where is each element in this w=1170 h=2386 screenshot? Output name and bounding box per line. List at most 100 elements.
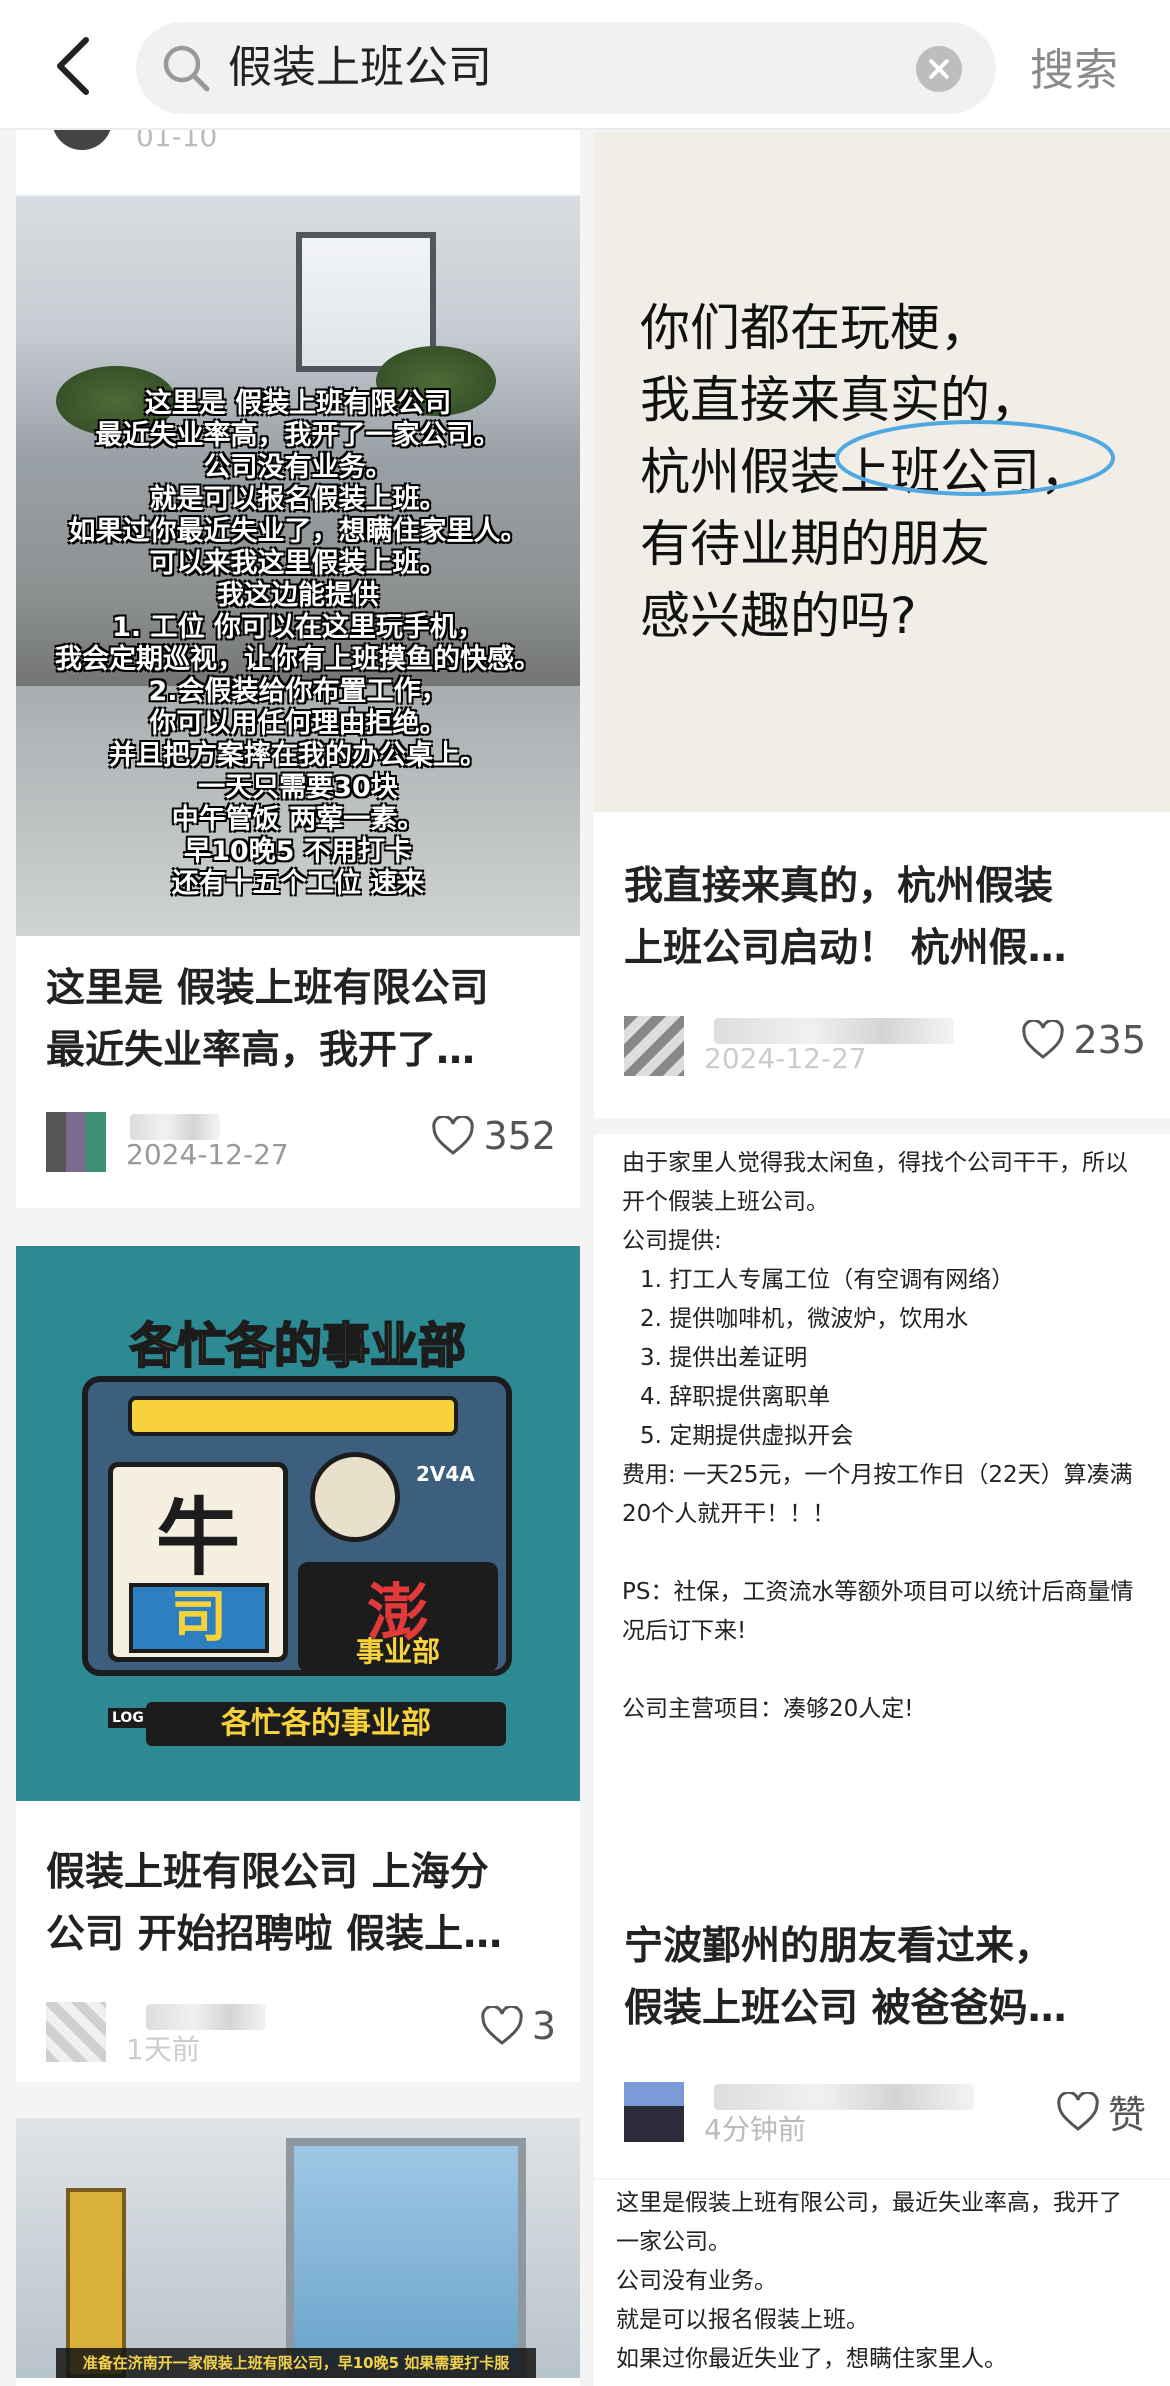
overlay-line: 可以来我这里假装上班。: [149, 548, 447, 579]
overlay-line: 一天只需要30块: [198, 772, 398, 803]
image-headline: 各忙各的事业部: [129, 1317, 467, 1375]
post-image-text[interactable]: 这里是假装上班有限公司，最近失业率高，我开了 一家公司。 公司没有业务。 就是可…: [616, 2184, 1150, 2379]
like-count: 352: [483, 1114, 556, 1158]
image-caption: 准备在济南开一家假装上班有限公司，早10晚5 如果需要打卡服: [56, 2348, 536, 2378]
list-item: 5. 定期提供虚拟开会: [640, 1423, 854, 1449]
list-item: 4. 辞职提供离职单: [640, 1384, 831, 1410]
post-date: 1天前: [126, 2033, 200, 2066]
post-image[interactable]: 各忙各的事业部 牛 司 2V4A 澎 事业部 各忙各的事业部 LOG: [16, 1246, 580, 1801]
feed-card[interactable]: 各忙各的事业部 牛 司 2V4A 澎 事业部 各忙各的事业部 LOG 假装上班有…: [16, 1246, 580, 2082]
overlay-line: 我这边能提供: [217, 580, 379, 611]
feed-card-partial[interactable]: 01-10: [16, 130, 580, 194]
heart-icon: [1057, 2091, 1099, 2131]
list-item: 1. 打工人专属工位（有空调有网络）: [640, 1267, 1015, 1293]
search-button[interactable]: 搜索: [1030, 34, 1118, 98]
post-title: 宁波鄞州的朋友看过来， 假装上班公司 被爸爸妈…: [624, 1924, 1067, 2031]
heart-icon: [432, 1116, 475, 1155]
text-line: 就是可以报名假装上班。: [616, 2307, 869, 2333]
section-label: 公司提供:: [622, 1228, 722, 1254]
post-image-text[interactable]: 由于家里人觉得我太闲鱼，得找个公司干干，所以开个假装上班公司。 公司提供: 1.…: [622, 1144, 1150, 1729]
post-title: 假装上班有限公司 上海分 公司 开始招聘啦 假装上…: [46, 1850, 503, 1957]
feed-card[interactable]: 准备在济南开一家假装上班有限公司，早10晚5 如果需要打卡服: [16, 2118, 580, 2386]
avatar[interactable]: [624, 2082, 684, 2142]
feed-card[interactable]: 由于家里人觉得我太闲鱼，得找个公司干干，所以开个假装上班公司。 公司提供: 1.…: [594, 1134, 1170, 2178]
text-line: 一家公司。: [616, 2229, 731, 2255]
post-title: 我直接来真的，杭州假装 上班公司启动！ 杭州假…: [624, 864, 1067, 971]
text-line: 这里是假装上班有限公司，最近失业率高，我开了: [616, 2190, 1122, 2216]
feed-card[interactable]: 这里是 假装上班有限公司 最近失业率高，我开了一家公司。 公司没有业务。 就是可以报名…: [16, 196, 580, 1208]
text-line: 如果过你最近失业了，想瞒住家里人。: [616, 2346, 1007, 2372]
overlay-line: 2.会假装给你布置工作，: [148, 676, 448, 707]
feed-card[interactable]: 这里是假装上班有限公司，最近失业率高，我开了 一家公司。 公司没有业务。 就是可…: [594, 2180, 1170, 2386]
overlay-line: 中午管饭 两荤一素。: [171, 804, 425, 835]
big-glyph: 司: [129, 1583, 269, 1653]
post-image[interactable]: 准备在济南开一家假装上班有限公司，早10晚5 如果需要打卡服: [16, 2118, 580, 2378]
list-item: 2. 提供咖啡机，微波炉，饮用水: [640, 1306, 969, 1332]
list-item: 3. 提供出差证明: [640, 1345, 808, 1371]
like-button[interactable]: 3: [480, 2004, 556, 2048]
back-arrow-icon[interactable]: [48, 34, 108, 98]
dial-icon: [310, 1452, 400, 1542]
post-meta: 2024-12-27 352: [46, 1108, 556, 1172]
overlay-line: 你可以用任何理由拒绝。: [149, 708, 447, 739]
heart-icon: [1022, 1020, 1065, 1059]
text-line: 公司没有业务。: [616, 2268, 777, 2294]
left-panel: 牛 司: [108, 1462, 288, 1662]
top-bar: 假装上班公司 搜索: [0, 0, 1170, 130]
logo-tag: LOG: [108, 1708, 148, 1728]
avatar[interactable]: [624, 1016, 684, 1076]
right-panel: 澎 事业部: [298, 1562, 498, 1672]
post-title: 这里是 假装上班有限公司 最近失业率高，我开了…: [46, 966, 489, 1073]
ps-text: PS：社保，工资流水等额外项目可以统计后商量情况后订下来!: [622, 1579, 1134, 1644]
overlay-line: 如果过你最近失业了，想瞒住家里人。: [68, 516, 528, 547]
post-meta: 4分钟前 赞: [624, 2078, 1146, 2146]
avatar: [52, 130, 112, 150]
overlay-line: 并且把方案摔在我的办公桌上。: [109, 740, 487, 771]
author-name[interactable]: [130, 1114, 220, 1140]
overlay-line: 公司没有业务。: [203, 452, 393, 483]
machine-illustration: 牛 司 2V4A 澎 事业部: [82, 1376, 512, 1676]
bottom-banner: 各忙各的事业部: [146, 1702, 506, 1746]
fee-text: 费用: 一天25元，一个月按工作日（22天）算凑满20个人就开干！！！: [622, 1462, 1133, 1527]
overlay-line: 就是可以报名假装上班。: [149, 484, 447, 515]
machine-top-panel: [128, 1396, 458, 1436]
overlay-line: 早10晚5 不用打卡: [184, 836, 412, 867]
heart-icon: [481, 2006, 523, 2045]
sub-label: 事业部: [355, 1635, 440, 1668]
search-input[interactable]: 假装上班公司: [228, 40, 492, 96]
like-count: 235: [1073, 1018, 1146, 1062]
overlay-line: 这里是 假装上班有限公司: [144, 388, 452, 419]
post-date: 2024-12-27: [704, 1042, 867, 1075]
like-count: 赞: [1107, 2093, 1146, 2137]
search-icon: [163, 45, 210, 92]
post-image[interactable]: 这里是 假装上班有限公司 最近失业率高，我开了一家公司。 公司没有业务。 就是可以报名…: [16, 196, 580, 936]
clear-icon[interactable]: [916, 46, 962, 92]
like-button[interactable]: 352: [431, 1114, 556, 1158]
window: [286, 2138, 526, 2378]
post-date: 01-10: [136, 130, 218, 153]
post-meta: 1天前 3: [46, 1998, 556, 2066]
big-glyph: 牛: [155, 1489, 240, 1587]
intro-text: 由于家里人觉得我太闲鱼，得找个公司干干，所以开个假装上班公司。: [622, 1150, 1128, 1215]
badge-text: 2V4A: [416, 1462, 475, 1486]
overlay-line: 还有十五个工位 速来: [171, 868, 425, 899]
post-image[interactable]: 你们都在玩梗， 我直接来真实的， 杭州假装上班公司， 有待业期的朋友 感兴趣的吗…: [594, 132, 1170, 812]
overlay-line: 我会定期巡视，让你有上班摸鱼的快感。: [55, 644, 541, 675]
post-date: 4分钟前: [704, 2113, 806, 2146]
search-bar[interactable]: 假装上班公司: [136, 22, 996, 114]
like-count: 3: [531, 2004, 556, 2048]
provided-list: 1. 打工人专属工位（有空调有网络） 2. 提供咖啡机，微波炉，饮用水 3. 提…: [638, 1261, 1150, 1456]
avatar[interactable]: [46, 1112, 106, 1172]
overlay-line: 最近失业率高，我开了一家公司。: [95, 420, 501, 451]
like-button[interactable]: 赞: [1056, 2084, 1146, 2139]
post-meta: 2024-12-27 235: [624, 1012, 1146, 1076]
author-name[interactable]: [714, 2084, 974, 2110]
circle-highlight: [835, 420, 1115, 496]
post-date: 2024-12-27: [126, 1138, 289, 1171]
image-overlay-text: 这里是 假装上班有限公司 最近失业率高，我开了一家公司。 公司没有业务。 就是可以报名…: [16, 388, 580, 900]
author-name[interactable]: [714, 1018, 954, 1044]
feed-card[interactable]: 你们都在玩梗， 我直接来真实的， 杭州假装上班公司， 有待业期的朋友 感兴趣的吗…: [594, 132, 1170, 1118]
author-name[interactable]: [146, 2004, 266, 2030]
like-button[interactable]: 235: [1021, 1018, 1146, 1062]
avatar[interactable]: [46, 2002, 106, 2062]
